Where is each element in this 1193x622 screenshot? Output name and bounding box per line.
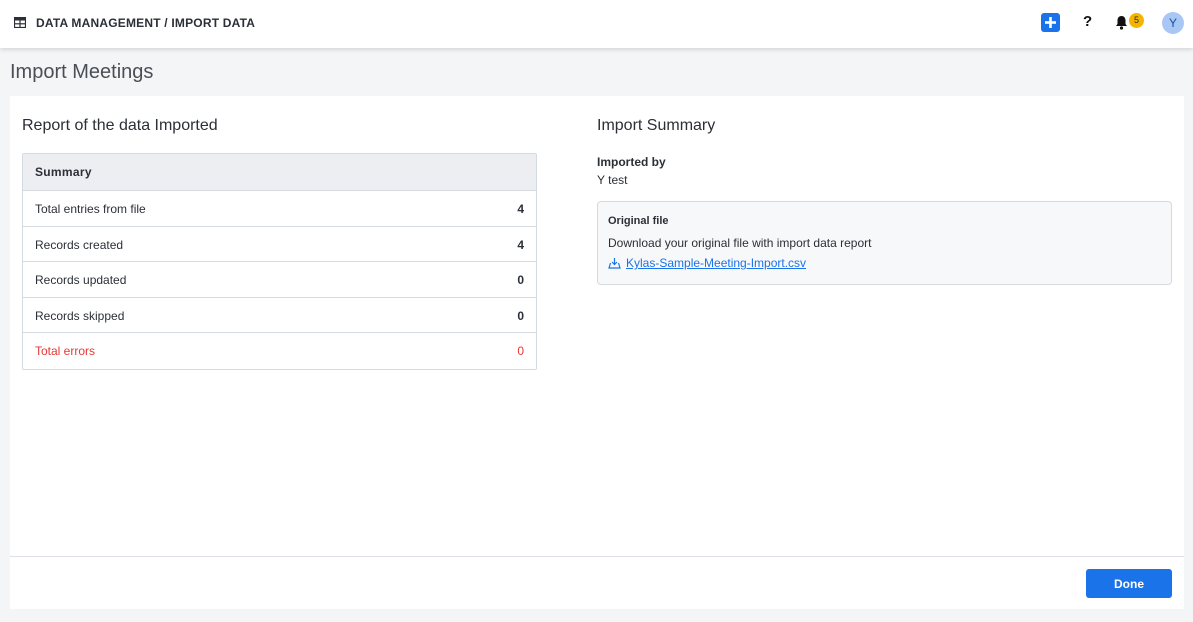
footer-divider [10, 556, 1184, 557]
add-button[interactable] [1041, 13, 1060, 32]
row-value: 0 [517, 308, 524, 323]
table-row: Records updated 0 [23, 262, 536, 298]
breadcrumb[interactable]: DATA MANAGEMENT / IMPORT DATA [36, 16, 255, 30]
report-title: Report of the data Imported [22, 117, 218, 134]
original-file-title: Original file [608, 215, 669, 227]
original-file-download-link[interactable]: Kylas-Sample-Meeting-Import.csv [608, 256, 806, 270]
row-value: 0 [517, 344, 524, 359]
row-label: Total errors [35, 344, 96, 359]
import-report-card: Report of the data Imported Summary Tota… [10, 96, 1184, 609]
row-value: 0 [517, 273, 524, 288]
bell-icon[interactable] [1115, 15, 1128, 30]
top-bar: DATA MANAGEMENT / IMPORT DATA ? 5 Y [0, 0, 1193, 48]
original-file-name: Kylas-Sample-Meeting-Import.csv [626, 256, 807, 270]
row-label: Records created [35, 237, 124, 252]
row-label: Records skipped [35, 308, 125, 323]
original-file-box: Original file Download your original fil… [597, 201, 1172, 285]
summary-table: Summary Total entries from file 4 Record… [22, 153, 537, 370]
row-value: 4 [517, 237, 524, 252]
avatar[interactable]: Y [1162, 12, 1184, 34]
import-summary-title: Import Summary [597, 117, 716, 134]
help-icon[interactable]: ? [1083, 13, 1092, 30]
table-row-errors: Total errors 0 [23, 333, 536, 369]
summary-table-header: Summary [23, 154, 536, 191]
done-button[interactable]: Done [1086, 569, 1172, 598]
table-row: Total entries from file 4 [23, 191, 536, 227]
imported-by-label: Imported by [597, 155, 666, 169]
row-value: 4 [517, 202, 524, 216]
row-label: Records updated [35, 273, 127, 288]
table-row: Records created 4 [23, 227, 536, 263]
page-title: Import Meetings [10, 61, 154, 83]
download-icon [608, 258, 621, 269]
row-label: Total entries from file [35, 202, 146, 216]
table-row: Records skipped 0 [23, 298, 536, 334]
original-file-description: Download your original file with import … [608, 236, 872, 250]
table-grid-icon [14, 17, 26, 28]
notification-badge: 5 [1129, 13, 1144, 28]
plus-icon [1045, 17, 1056, 28]
imported-by-value: Y test [597, 173, 628, 187]
